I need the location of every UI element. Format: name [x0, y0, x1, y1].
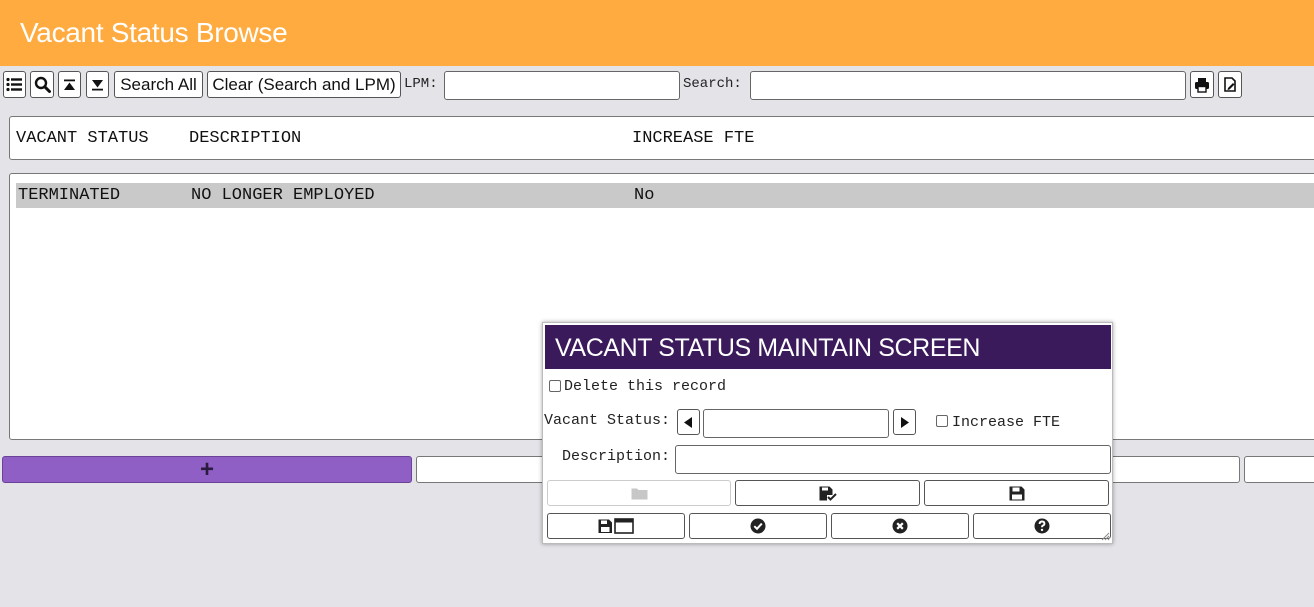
first-record-button[interactable]	[58, 71, 81, 98]
delete-record-checkbox[interactable]	[549, 380, 561, 392]
resize-grip-icon[interactable]	[1100, 531, 1110, 541]
dialog-title: VACANT STATUS MAINTAIN SCREEN	[555, 334, 981, 362]
maintain-dialog: VACANT STATUS MAINTAIN SCREEN Delete thi…	[542, 322, 1113, 544]
page-title: Vacant Status Browse	[20, 17, 288, 48]
save-and-continue-button[interactable]	[735, 480, 920, 506]
print-button[interactable]	[1190, 71, 1214, 98]
description-label: Description:	[562, 448, 671, 465]
add-record-button[interactable]: +	[2, 456, 412, 483]
save-and-new-window-button[interactable]	[547, 513, 685, 539]
list-button[interactable]	[3, 71, 26, 98]
vacant-status-label: Vacant Status:	[544, 412, 671, 429]
list-icon	[6, 77, 22, 92]
export-icon	[1224, 77, 1236, 92]
help-button[interactable]	[973, 513, 1111, 539]
description-input[interactable]	[675, 445, 1111, 474]
last-record-icon	[92, 79, 103, 90]
bottom-button-4[interactable]	[1244, 456, 1314, 483]
previous-value-button[interactable]	[677, 409, 700, 435]
save-window-icon	[598, 518, 634, 534]
save-icon	[1009, 486, 1024, 500]
table-row[interactable]: TERMINATED NO LONGER EMPLOYED No	[16, 183, 1314, 208]
column-header-description[interactable]: DESCRIPTION	[189, 129, 301, 148]
column-header-increase-fte[interactable]: INCREASE FTE	[632, 129, 754, 148]
cell-vacant-status: TERMINATED	[18, 186, 121, 205]
print-icon	[1195, 77, 1209, 93]
first-record-icon	[64, 79, 75, 90]
accept-button[interactable]	[689, 513, 827, 539]
triangle-left-icon	[684, 416, 692, 428]
column-header-vacant-status[interactable]: VACANT STATUS	[16, 129, 149, 148]
lpm-input[interactable]	[444, 71, 680, 100]
vacant-status-input[interactable]	[703, 409, 889, 438]
cell-description: NO LONGER EMPLOYED	[191, 186, 375, 205]
open-button[interactable]	[547, 480, 731, 506]
cell-increase-fte: No	[634, 186, 655, 205]
search-button[interactable]	[30, 71, 54, 98]
search-all-button[interactable]: Search All	[114, 71, 203, 98]
save-check-icon	[819, 486, 837, 501]
cancel-button[interactable]	[831, 513, 969, 539]
increase-fte-checkbox[interactable]	[936, 415, 948, 427]
search-icon	[34, 76, 51, 93]
folder-icon	[631, 488, 647, 499]
cancel-circle-icon	[892, 518, 908, 534]
search-input[interactable]	[750, 71, 1186, 100]
delete-record-label: Delete this record	[564, 378, 727, 395]
last-record-button[interactable]	[86, 71, 109, 98]
triangle-right-icon	[901, 416, 909, 428]
export-button[interactable]	[1218, 71, 1242, 98]
help-circle-icon	[1034, 518, 1050, 534]
next-value-button[interactable]	[893, 409, 916, 435]
clear-search-lpm-button[interactable]: Clear (Search and LPM)	[207, 71, 401, 98]
save-button[interactable]	[924, 480, 1109, 506]
page-header: Vacant Status Browse	[0, 0, 1314, 66]
grid-header: VACANT STATUS DESCRIPTION INCREASE FTE	[9, 116, 1314, 160]
lpm-label: LPM:	[404, 76, 438, 92]
search-label: Search:	[683, 76, 742, 92]
increase-fte-label: Increase FTE	[952, 414, 1061, 431]
dialog-header: VACANT STATUS MAINTAIN SCREEN	[545, 325, 1111, 369]
check-circle-icon	[750, 518, 766, 534]
